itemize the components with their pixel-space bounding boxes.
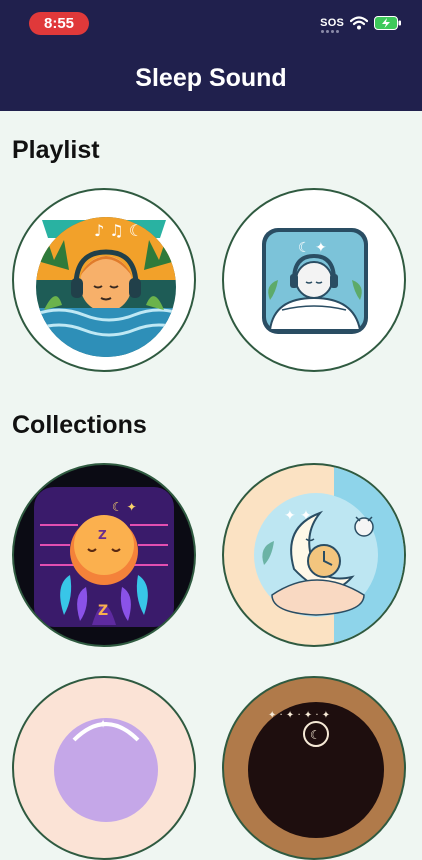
battery-charging-icon — [374, 16, 401, 30]
svg-text:☾ ✦: ☾ ✦ — [298, 240, 327, 256]
status-time: 8:55 — [29, 12, 89, 35]
collection-card-night-sky[interactable]: ✦ · ✦ · ✦ · ✦ ☾ — [222, 676, 406, 860]
svg-text:✦ · ✦ · ✦ · ✦: ✦ · ✦ · ✦ · ✦ — [268, 710, 330, 721]
moon-dream-artwork: ✦ — [54, 717, 158, 822]
status-icons: SOS — [320, 16, 402, 33]
headphones-forest-artwork: ♪ ♫ ☾ — [36, 217, 176, 357]
sos-indicator: SOS — [320, 17, 344, 33]
svg-text:Z: Z — [98, 528, 107, 542]
night-sky-artwork: ✦ · ✦ · ✦ · ✦ ☾ — [248, 702, 384, 838]
playlist-card-headphones-bed[interactable]: ☾ ✦ — [222, 188, 406, 372]
svg-text:♪ ♫ ☾: ♪ ♫ ☾ — [94, 221, 143, 240]
collection-card-moon-clock[interactable]: ✦ ✦ — [222, 463, 406, 647]
headphones-bed-artwork: ☾ ✦ — [262, 228, 368, 334]
svg-text:✦: ✦ — [98, 717, 108, 731]
svg-text:☾ ✦: ☾ ✦ — [112, 500, 137, 514]
moon-clock-artwork: ✦ ✦ — [254, 465, 404, 645]
playlist-card-headphones-forest[interactable]: ♪ ♫ ☾ — [12, 188, 196, 372]
svg-text:☾: ☾ — [310, 728, 321, 742]
svg-text:Z: Z — [98, 603, 108, 619]
neon-sleep-artwork: Z Z ☾ ✦ — [34, 487, 174, 627]
app-header: 8:55 SOS Sleep Sound — [0, 0, 422, 111]
page-title: Sleep Sound — [135, 64, 287, 92]
collection-card-neon-sleep[interactable]: Z Z ☾ ✦ — [12, 463, 196, 647]
collection-card-moon-dream[interactable]: ✦ — [12, 676, 196, 860]
collections-heading: Collections — [12, 411, 147, 439]
playlist-heading: Playlist — [12, 136, 100, 164]
wifi-icon — [350, 16, 368, 30]
